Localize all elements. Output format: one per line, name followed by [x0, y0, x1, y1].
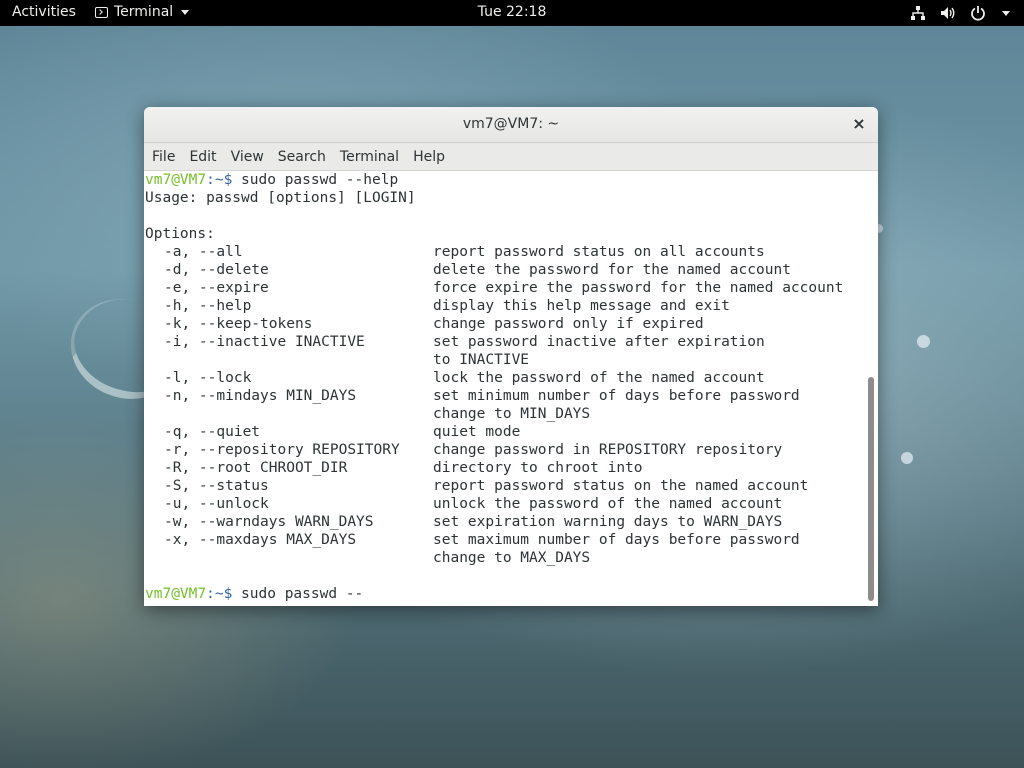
option-flag: -w, --warndays WARN_DAYS [164, 514, 374, 530]
top-bar: Activities Terminal Tue 22:18 [0, 0, 1024, 26]
option-flag: -r, --repository REPOSITORY [164, 442, 400, 458]
menu-bar: File Edit View Search Terminal Help [144, 143, 878, 171]
option-desc: delete the password for the named accoun… [433, 262, 791, 278]
option-desc: set maximum number of days before passwo… [433, 532, 800, 548]
option-desc: change password only if expired [433, 316, 704, 332]
option-flag: -i, --inactive INACTIVE [164, 334, 365, 350]
clock[interactable]: Tue 22:18 [478, 4, 547, 20]
option-flag: -h, --help [164, 298, 252, 314]
terminal-icon [95, 6, 108, 18]
option-flag: -S, --status [164, 478, 269, 494]
menu-edit[interactable]: Edit [189, 149, 223, 165]
option-flag: -d, --delete [164, 262, 269, 278]
prompt-path: :~$ [206, 172, 233, 188]
options-header: Options: [145, 226, 215, 242]
command-text: sudo passwd -- [232, 586, 364, 602]
option-flag: -k, --keep-tokens [164, 316, 313, 332]
chevron-down-icon [1002, 10, 1010, 16]
option-desc: change to MAX_DAYS [433, 550, 591, 566]
option-flag: -q, --quiet [164, 424, 261, 440]
option-desc: change password in REPOSITORY repository [433, 442, 783, 458]
option-desc: directory to chroot into [433, 460, 643, 476]
option-flag: -a, --all [164, 244, 243, 260]
scrollbar-thumb[interactable] [868, 377, 874, 601]
option-desc: to INACTIVE [433, 352, 530, 368]
option-desc: force expire the password for the named … [433, 280, 844, 296]
menu-terminal[interactable]: Terminal [340, 149, 406, 165]
option-desc: unlock the password of the named account [433, 496, 783, 512]
wallpaper-dot [917, 335, 930, 348]
menu-help[interactable]: Help [413, 149, 452, 165]
option-flag: -u, --unlock [164, 496, 269, 512]
close-icon[interactable]: × [850, 115, 868, 133]
option-flag: -e, --expire [164, 280, 269, 296]
wallpaper-dot [901, 452, 913, 464]
scrollbar[interactable] [864, 171, 878, 606]
activities-label: Activities [12, 4, 76, 20]
power-icon [970, 5, 986, 21]
app-menu-caret-icon [181, 9, 190, 15]
option-desc: report password status on the named acco… [433, 478, 809, 494]
menu-view[interactable]: View [231, 149, 271, 165]
app-menu[interactable]: Terminal [95, 4, 190, 20]
terminal-output[interactable]: vm7@VM7:~$ sudo passwd --help Usage: pas… [144, 171, 864, 606]
option-desc: lock the password of the named account [433, 370, 765, 386]
prompt-user: vm7@VM7 [145, 172, 207, 188]
option-flag: -n, --mindays MIN_DAYS [164, 388, 357, 404]
usage-line: Usage: passwd [options] [LOGIN] [145, 190, 416, 206]
option-flag: -l, --lock [164, 370, 252, 386]
option-desc: set minimum number of days before passwo… [433, 388, 800, 404]
option-desc: display this help message and exit [433, 298, 730, 314]
prompt-path: :~$ [206, 586, 233, 602]
option-flag: -x, --maxdays MAX_DAYS [164, 532, 357, 548]
app-menu-label: Terminal [114, 4, 174, 20]
command-line: vm7@VM7:~$ sudo passwd --help [145, 171, 398, 189]
option-desc: quiet mode [433, 424, 521, 440]
window-title: vm7@VM7: ~ [462, 116, 560, 132]
prompt-user: vm7@VM7 [145, 586, 207, 602]
option-desc: change to MIN_DAYS [433, 406, 591, 422]
title-bar[interactable]: vm7@VM7: ~ × [144, 107, 878, 143]
network-icon [910, 5, 926, 21]
option-desc: set password inactive after expiration [433, 334, 765, 350]
command-line: vm7@VM7:~$ sudo passwd -- [145, 585, 363, 603]
option-desc: report password status on all accounts [433, 244, 765, 260]
command-text: sudo passwd --help [232, 172, 399, 188]
system-status-area[interactable] [910, 5, 1010, 21]
option-desc: set expiration warning days to WARN_DAYS [433, 514, 783, 530]
option-flag: -R, --root CHROOT_DIR [164, 460, 348, 476]
activities-button[interactable]: Activities [12, 4, 76, 20]
volume-icon [940, 5, 956, 21]
menu-search[interactable]: Search [278, 149, 333, 165]
terminal-window: vm7@VM7: ~ × File Edit View Search Termi… [144, 107, 878, 606]
menu-file[interactable]: File [152, 149, 182, 165]
